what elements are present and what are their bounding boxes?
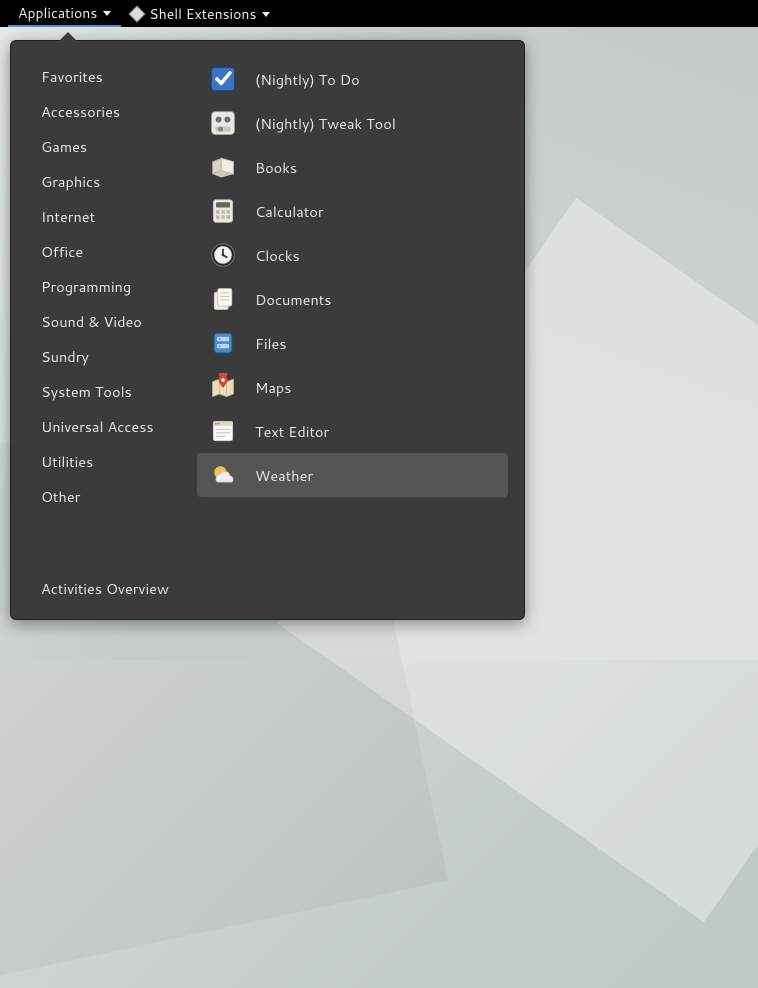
applications-label: Applications bbox=[18, 3, 97, 23]
category-item[interactable]: Accessories bbox=[19, 94, 189, 129]
category-item[interactable]: Programming bbox=[19, 269, 189, 304]
activities-label: Activities Overview bbox=[41, 578, 169, 599]
category-label: Sundry bbox=[41, 346, 89, 367]
application-label: Documents bbox=[255, 289, 331, 310]
application-item[interactable]: Documents bbox=[197, 277, 508, 321]
application-item[interactable]: Files bbox=[197, 321, 508, 365]
category-item[interactable]: Utilities bbox=[19, 444, 189, 479]
maps-icon bbox=[209, 373, 237, 401]
files-icon bbox=[209, 329, 237, 357]
category-item[interactable]: Office bbox=[19, 234, 189, 269]
applications-menu-button[interactable]: Applications bbox=[8, 0, 121, 27]
category-label: Graphics bbox=[41, 171, 100, 192]
application-label: (Nightly) Tweak Tool bbox=[255, 113, 396, 134]
category-item[interactable]: Other bbox=[19, 479, 189, 514]
application-item[interactable]: Clocks bbox=[197, 233, 508, 277]
calculator-icon bbox=[209, 197, 237, 225]
application-label: (Nightly) To Do bbox=[255, 69, 360, 90]
category-label: System Tools bbox=[41, 381, 132, 402]
application-label: Weather bbox=[255, 465, 313, 486]
application-item[interactable]: Text Editor bbox=[197, 409, 508, 453]
application-item[interactable]: Maps bbox=[197, 365, 508, 409]
texteditor-icon bbox=[209, 417, 237, 445]
category-item[interactable]: System Tools bbox=[19, 374, 189, 409]
shell-extensions-menu-button[interactable]: Shell Extensions bbox=[121, 0, 280, 27]
tweak-icon bbox=[209, 109, 237, 137]
category-list: Favorites Accessories Games Graphics Interne… bbox=[19, 53, 189, 564]
application-item[interactable]: (Nightly) To Do bbox=[197, 57, 508, 101]
applications-menu-popup: Favorites Accessories Games Graphics Interne… bbox=[10, 40, 525, 620]
application-item[interactable]: Weather bbox=[197, 453, 508, 497]
category-item[interactable]: Universal Access bbox=[19, 409, 189, 444]
category-label: Accessories bbox=[41, 101, 120, 122]
category-label: Internet bbox=[41, 206, 95, 227]
application-label: Books bbox=[255, 157, 297, 178]
category-label: Office bbox=[41, 241, 83, 262]
shell-extensions-label: Shell Extensions bbox=[149, 4, 256, 24]
category-item[interactable]: Graphics bbox=[19, 164, 189, 199]
chevron-down-icon bbox=[103, 11, 111, 16]
chevron-down-icon bbox=[262, 12, 270, 17]
books-icon bbox=[209, 153, 237, 181]
category-item[interactable]: Internet bbox=[19, 199, 189, 234]
applications-menu-body: Favorites Accessories Games Graphics Interne… bbox=[19, 53, 516, 564]
application-item[interactable]: (Nightly) Tweak Tool bbox=[197, 101, 508, 145]
category-item[interactable]: Games bbox=[19, 129, 189, 164]
category-item[interactable]: Favorites bbox=[19, 59, 189, 94]
category-label: Favorites bbox=[41, 66, 103, 87]
shell-extensions-icon bbox=[129, 5, 146, 22]
application-item[interactable]: Calculator bbox=[197, 189, 508, 233]
category-label: Programming bbox=[41, 276, 131, 297]
weather-icon bbox=[209, 461, 237, 489]
application-label: Files bbox=[255, 333, 287, 354]
category-label: Other bbox=[41, 486, 80, 507]
application-label: Calculator bbox=[255, 201, 324, 222]
category-label: Utilities bbox=[41, 451, 93, 472]
application-item[interactable]: Books bbox=[197, 145, 508, 189]
documents-icon bbox=[209, 285, 237, 313]
application-label: Maps bbox=[255, 377, 291, 398]
application-list: (Nightly) To Do (Nightly) Tweak Tool Books… bbox=[189, 53, 516, 564]
clocks-icon bbox=[209, 241, 237, 269]
category-item[interactable]: Sound & Video bbox=[19, 304, 189, 339]
top-panel: Applications Shell Extensions bbox=[0, 0, 758, 27]
category-label: Sound & Video bbox=[41, 311, 142, 332]
application-label: Text Editor bbox=[255, 421, 329, 442]
category-item[interactable]: Sundry bbox=[19, 339, 189, 374]
todo-icon bbox=[209, 65, 237, 93]
category-label: Games bbox=[41, 136, 87, 157]
category-label: Universal Access bbox=[41, 416, 154, 437]
activities-overview-item[interactable]: Activities Overview bbox=[19, 564, 516, 611]
application-label: Clocks bbox=[255, 245, 300, 266]
